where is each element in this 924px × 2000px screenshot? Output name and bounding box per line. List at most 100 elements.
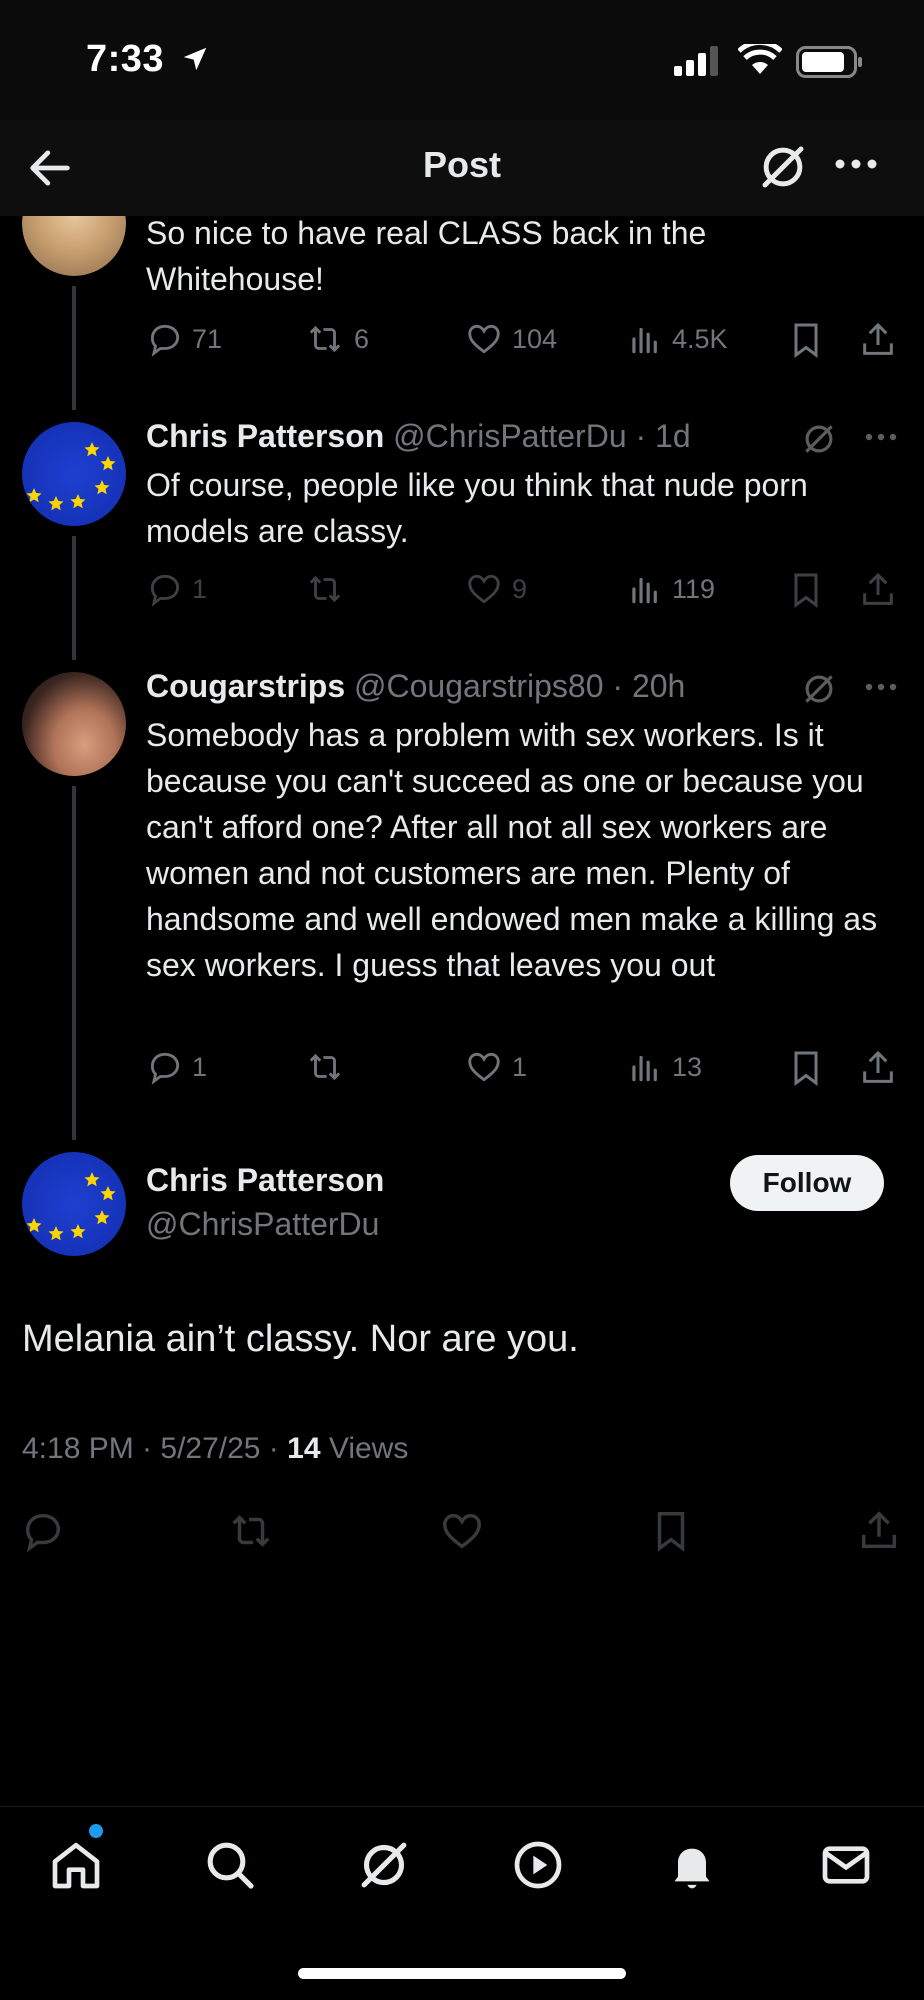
reply-icon: [150, 324, 180, 357]
views-count: 119: [672, 573, 716, 604]
tweet-text: So nice to have real CLASS back in the W…: [146, 215, 707, 297]
top-nav-bar: Post: [0, 120, 924, 216]
more-options-icon[interactable]: [832, 156, 880, 172]
share-icon[interactable]: [856, 1508, 902, 1554]
cellular-signal-icon: [674, 46, 718, 76]
like-count: 9: [512, 573, 528, 604]
repost-button[interactable]: [304, 1048, 354, 1086]
views-label: Views: [320, 1432, 409, 1465]
avatar[interactable]: [22, 422, 126, 526]
search-icon[interactable]: [202, 1837, 258, 1893]
grok-icon[interactable]: [800, 670, 838, 708]
repost-button[interactable]: 6: [304, 320, 369, 358]
reply-button[interactable]: 1: [146, 1048, 207, 1086]
heart-icon: [468, 1052, 500, 1082]
share-icon[interactable]: [858, 570, 898, 610]
grok-icon[interactable]: [756, 140, 810, 194]
main-post-text: Melania ain’t classy. Nor are you.: [22, 1318, 579, 1360]
wifi-icon: [738, 44, 782, 74]
location-arrow-icon: [183, 47, 207, 71]
follow-button[interactable]: Follow: [730, 1155, 884, 1211]
repost-icon[interactable]: [226, 1508, 276, 1554]
reply-button[interactable]: 71: [146, 320, 222, 358]
main-post-name[interactable]: Chris Patterson: [146, 1162, 384, 1199]
status-time: 7:33: [86, 38, 165, 80]
views-icon: [632, 577, 657, 604]
notifications-icon[interactable]: [664, 1837, 720, 1893]
like-button[interactable]: 104: [464, 320, 557, 358]
bookmark-icon[interactable]: [648, 1508, 694, 1554]
repost-icon: [309, 1053, 341, 1081]
avatar[interactable]: [22, 1152, 126, 1256]
views-count: 13: [672, 1051, 703, 1082]
views-count: 4.5K: [672, 323, 728, 354]
grok-icon[interactable]: [356, 1837, 412, 1893]
heart-icon: [468, 324, 500, 354]
battery-icon: [796, 46, 862, 78]
main-post-handle[interactable]: @ChrisPatterDu: [146, 1206, 379, 1243]
reply-icon: [150, 1052, 180, 1085]
tweet-3-header: Cougarstrips @Cougarstrips80 · 20h: [146, 668, 685, 705]
views-count: 14: [287, 1432, 321, 1465]
tweet-age: · 1d: [635, 418, 691, 454]
tweet-1-actions: 71 6 104 4.5K: [146, 320, 893, 364]
avatar[interactable]: [22, 672, 126, 776]
tweet-2[interactable]: Of course, people like you think that nu…: [146, 462, 886, 554]
messages-icon[interactable]: [818, 1837, 874, 1893]
reply-icon[interactable]: [20, 1508, 66, 1554]
grok-icon[interactable]: [800, 420, 838, 458]
tweet-2-header: Chris Patterson @ChrisPatterDu · 1d: [146, 418, 691, 455]
video-icon[interactable]: [510, 1837, 566, 1893]
user-handle[interactable]: @ChrisPatterDu: [393, 418, 626, 454]
bookmark-icon[interactable]: [786, 1048, 826, 1088]
heart-icon: [468, 574, 500, 604]
bookmark-icon[interactable]: [786, 570, 826, 610]
like-button[interactable]: 9: [464, 570, 527, 608]
share-icon[interactable]: [858, 320, 898, 360]
tweet-3-actions: 1 1 13: [146, 1048, 893, 1092]
repost-icon: [309, 325, 341, 353]
tweet-3[interactable]: Somebody has a problem with sex workers.…: [146, 712, 886, 988]
more-options-icon[interactable]: [864, 680, 898, 694]
views-button[interactable]: 119: [626, 570, 715, 608]
reply-count: 1: [192, 573, 208, 604]
thread-line: [72, 786, 76, 1140]
user-handle[interactable]: @Cougarstrips80: [354, 668, 603, 704]
home-notification-dot: [89, 1824, 103, 1838]
tweet-text: Of course, people like you think that nu…: [146, 467, 808, 549]
tweet-1[interactable]: So nice to have real CLASS back in the W…: [146, 210, 886, 302]
thread-line: [72, 286, 76, 410]
eu-flag-icon: [26, 1172, 116, 1241]
display-name[interactable]: Cougarstrips: [146, 668, 345, 704]
repost-button[interactable]: [304, 570, 354, 608]
reply-count: 71: [192, 323, 223, 354]
user-handle[interactable]: @ChrisPatterDu: [146, 1206, 379, 1242]
tweet-age: · 20h: [612, 668, 686, 704]
thread-line: [72, 536, 76, 660]
reply-icon: [150, 574, 180, 607]
more-options-icon[interactable]: [864, 430, 898, 444]
eu-flag-icon: [26, 442, 116, 511]
tweet-2-actions: 1 9 119: [146, 570, 893, 614]
heart-icon[interactable]: [438, 1508, 486, 1554]
views-icon: [632, 327, 657, 354]
views-button[interactable]: 4.5K: [626, 320, 728, 358]
bookmark-icon[interactable]: [786, 320, 826, 360]
display-name[interactable]: Chris Patterson: [146, 1162, 384, 1198]
main-post-actions: [0, 1508, 924, 1558]
post-timestamp: 4:18 PM · 5/27/25 ·: [22, 1432, 288, 1465]
like-count: 104: [512, 323, 558, 354]
like-button[interactable]: 1: [464, 1048, 527, 1086]
repost-count: 6: [354, 323, 370, 354]
views-button[interactable]: 13: [626, 1048, 702, 1086]
reply-button[interactable]: 1: [146, 570, 207, 608]
share-icon[interactable]: [858, 1048, 898, 1088]
home-indicator: [298, 1968, 626, 1979]
reply-count: 1: [192, 1051, 208, 1082]
tweet-text: Somebody has a problem with sex workers.…: [146, 717, 878, 983]
views-icon: [632, 1055, 657, 1082]
repost-icon: [309, 575, 341, 603]
home-icon[interactable]: [48, 1837, 104, 1893]
status-bar: 7:33: [0, 0, 924, 120]
display-name[interactable]: Chris Patterson: [146, 418, 384, 454]
